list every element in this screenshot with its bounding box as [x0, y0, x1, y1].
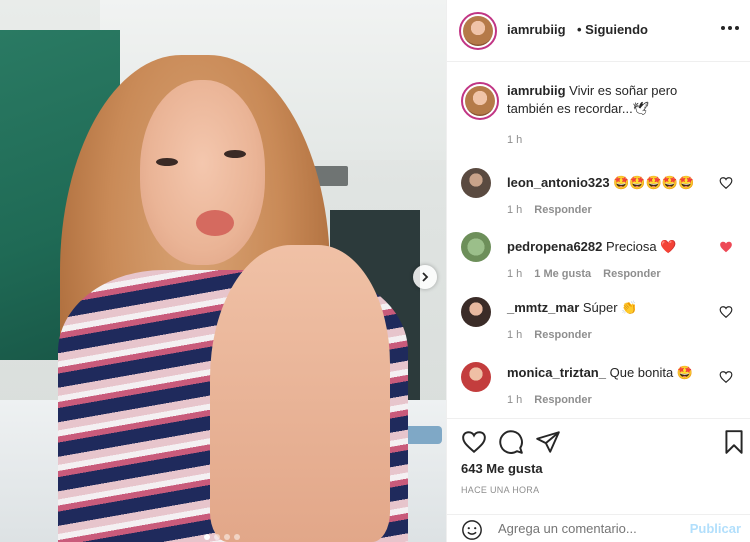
liked-comment-heart-icon[interactable]: [719, 240, 733, 254]
comment-text: monica_triztan_ Que bonita 🤩: [507, 364, 717, 382]
like-count[interactable]: 643 Me gusta: [461, 461, 543, 476]
subject-left-eye: [156, 158, 178, 166]
comment-username[interactable]: pedropena6282: [507, 239, 602, 254]
comment-meta: 1 h Responder: [507, 204, 592, 216]
comment-input[interactable]: [498, 521, 678, 536]
more-options-icon[interactable]: [721, 24, 741, 32]
comment-time[interactable]: 1 h: [507, 204, 522, 216]
post-actions: 643 Me gusta HACE UNA HORA: [447, 418, 750, 518]
caption-avatar[interactable]: [461, 82, 499, 120]
post-photo[interactable]: [0, 0, 446, 542]
comment-body: 🤩🤩🤩🤩🤩: [613, 175, 695, 190]
post-side-panel: iamrubiig • Siguiendo iamrubiig Vivir es…: [446, 0, 750, 542]
comment-time[interactable]: 1 h: [507, 268, 522, 280]
post-timestamp[interactable]: HACE UNA HORA: [461, 485, 539, 495]
comment-emoji: ❤️: [660, 239, 677, 254]
commenter-avatar[interactable]: [461, 168, 491, 198]
caption-time[interactable]: 1 h: [507, 134, 522, 146]
commenter-avatar[interactable]: [461, 232, 491, 262]
comment-body: Súper 👏: [582, 300, 638, 315]
comment-text: leon_antonio323 🤩🤩🤩🤩🤩: [507, 174, 717, 192]
chevron-right-icon: [422, 272, 429, 282]
like-heart-icon[interactable]: [461, 429, 487, 455]
comment-meta: 1 h 1 Me gusta Responder: [507, 268, 661, 280]
publish-button[interactable]: Publicar: [690, 521, 741, 536]
subject-right-eye: [224, 150, 246, 158]
commenter-avatar[interactable]: [461, 362, 491, 392]
carousel-dot: [224, 534, 230, 540]
comment-text: _mmtz_mar Súper 👏: [507, 299, 717, 317]
share-paper-plane-icon[interactable]: [535, 429, 561, 455]
comment-username[interactable]: leon_antonio323: [507, 175, 610, 190]
commenter-avatar[interactable]: [461, 297, 491, 327]
comment-body: Preciosa: [606, 239, 657, 254]
author-avatar[interactable]: [459, 12, 497, 50]
like-comment-heart-icon[interactable]: [719, 370, 733, 384]
reply-button[interactable]: Responder: [603, 268, 660, 280]
author-username[interactable]: iamrubiig: [507, 22, 566, 37]
subject-hand: [210, 245, 390, 542]
reply-button[interactable]: Responder: [534, 204, 591, 216]
reply-button[interactable]: Responder: [534, 394, 591, 406]
subject-lips: [196, 210, 234, 236]
carousel-dot: [204, 534, 210, 540]
comment-time[interactable]: 1 h: [507, 394, 522, 406]
carousel-dot: [234, 534, 240, 540]
comment-time[interactable]: 1 h: [507, 329, 522, 341]
post-header: iamrubiig • Siguiendo: [447, 0, 750, 62]
subject-face: [140, 80, 265, 265]
comment-body: Que bonita 🤩: [609, 365, 694, 380]
caption-username[interactable]: iamrubiig: [507, 83, 566, 98]
save-bookmark-icon[interactable]: [721, 429, 747, 455]
add-comment-bar: Publicar: [447, 514, 750, 542]
reply-button[interactable]: Responder: [534, 329, 591, 341]
caption-emoji: 🕊: [632, 101, 650, 116]
comment-like-count[interactable]: 1 Me gusta: [534, 268, 591, 280]
carousel-indicator: [204, 534, 240, 540]
comment-meta: 1 h Responder: [507, 394, 592, 406]
caption-meta: 1 h: [507, 134, 522, 146]
next-photo-button[interactable]: [413, 265, 437, 289]
comment-meta: 1 h Responder: [507, 329, 592, 341]
comment-bubble-icon[interactable]: [498, 429, 524, 455]
comment-text: pedropena6282 Preciosa ❤️: [507, 238, 717, 256]
caption-text: iamrubiig Vivir es soñar pero también es…: [507, 82, 717, 118]
comments-list: iamrubiig Vivir es soñar pero también es…: [447, 62, 750, 418]
comment-username[interactable]: monica_triztan_: [507, 365, 606, 380]
like-comment-heart-icon[interactable]: [719, 176, 733, 190]
emoji-smiley-icon[interactable]: [461, 519, 483, 541]
comment-username[interactable]: _mmtz_mar: [507, 300, 579, 315]
follow-status[interactable]: • Siguiendo: [577, 22, 648, 37]
carousel-dot: [214, 534, 220, 540]
like-comment-heart-icon[interactable]: [719, 305, 733, 319]
